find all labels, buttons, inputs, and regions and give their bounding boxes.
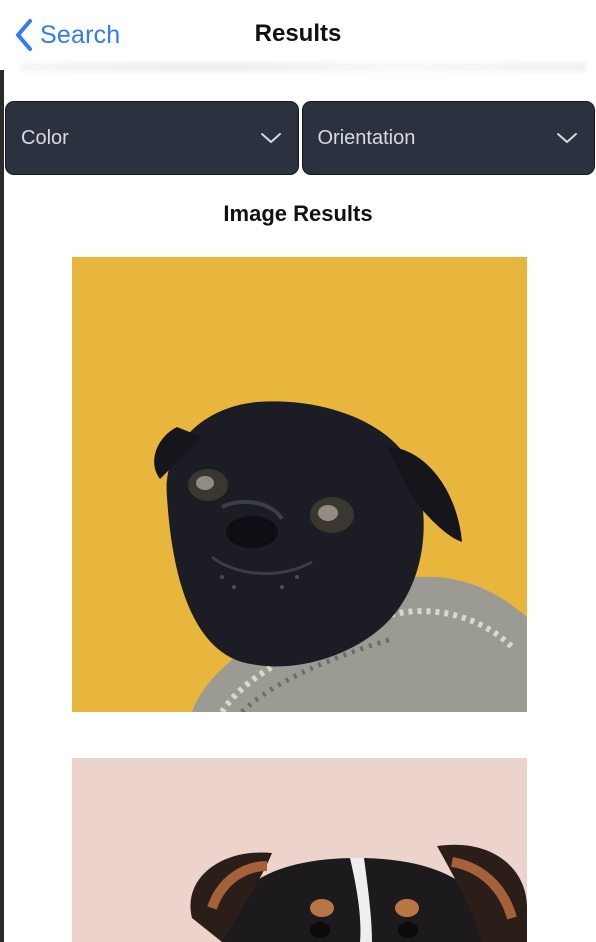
scrolled-content-hint [20, 62, 586, 72]
pug-photo [72, 257, 527, 712]
section-title: Image Results [223, 201, 373, 226]
back-button-label: Search [40, 20, 121, 49]
results-screen: Search Results Color Orientation Image R… [0, 0, 596, 942]
orientation-filter-dropdown[interactable]: Orientation [301, 101, 595, 175]
dog-photo [72, 758, 527, 942]
window-edge [0, 0, 4, 942]
chevron-down-icon [260, 131, 282, 145]
chevron-left-icon [14, 18, 34, 52]
back-button[interactable]: Search [14, 16, 120, 54]
navigation-bar: Search Results [0, 0, 596, 72]
orientation-filter-label: Orientation [317, 126, 416, 149]
color-filter-label: Color [21, 126, 69, 149]
filter-bar: Color Orientation [5, 101, 595, 177]
image-result-dog[interactable] [72, 758, 527, 942]
image-result-pug[interactable] [72, 257, 527, 712]
color-filter-dropdown[interactable]: Color [5, 101, 299, 175]
chevron-down-icon [556, 131, 578, 145]
